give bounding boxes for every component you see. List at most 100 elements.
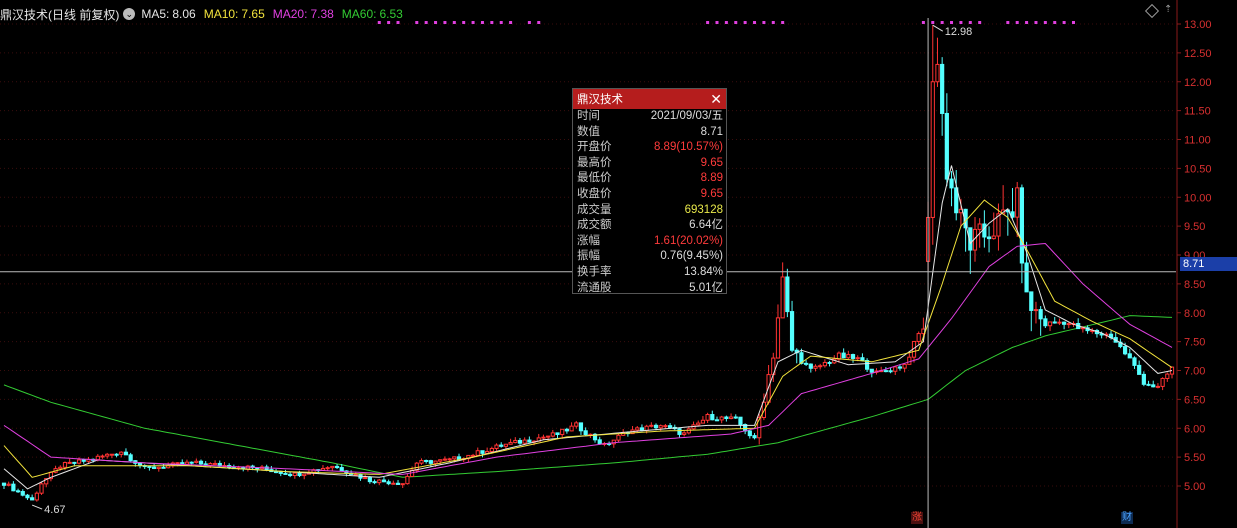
popup-row: 成交量 693128 <box>577 203 723 216</box>
candle-body <box>686 428 691 434</box>
candle-body <box>850 354 856 359</box>
candle-body <box>1132 357 1137 366</box>
candle-body <box>11 483 16 492</box>
candle-body <box>846 354 851 359</box>
axis-tick-label: 11.00 <box>1184 135 1211 147</box>
candle-body <box>123 451 129 456</box>
candle-body <box>400 483 405 486</box>
candle-body <box>982 223 987 238</box>
pattern-dot <box>1006 21 1010 24</box>
candle-body <box>1038 309 1043 320</box>
candle-body <box>1137 364 1142 375</box>
candle-body <box>677 428 682 435</box>
candle-body <box>804 362 809 365</box>
legend-ma10: MA10: 7.65 <box>203 7 265 21</box>
candle-body <box>696 422 701 426</box>
pattern-dot <box>1062 21 1066 24</box>
candle-body <box>1057 321 1062 324</box>
popup-row: 换手率 13.84% <box>577 265 723 278</box>
pattern-dot <box>743 21 747 24</box>
candle-body <box>1122 346 1128 355</box>
candle-body <box>700 419 706 424</box>
candle-body <box>95 455 100 461</box>
candle-body <box>663 425 668 428</box>
axis-tick-label: 6.50 <box>1184 394 1205 406</box>
pattern-dot <box>724 21 728 24</box>
candle-body <box>367 477 372 483</box>
candle-body <box>682 432 687 435</box>
candle-body <box>714 419 720 422</box>
candle-body <box>667 425 673 428</box>
axis-tick-label: 11.50 <box>1184 106 1211 118</box>
close-icon[interactable]: ✕ <box>710 91 722 108</box>
limit-up-marker[interactable]: 涨 <box>911 512 923 524</box>
pattern-dot <box>706 21 710 24</box>
candle-body <box>363 477 368 480</box>
candle-body <box>76 459 82 464</box>
candle-body <box>105 453 110 457</box>
candle-body <box>34 492 39 501</box>
candle-body <box>883 370 888 373</box>
candle-body <box>1033 309 1039 312</box>
candle-body <box>916 333 921 342</box>
candle-body <box>578 422 584 432</box>
arrow-up-icon[interactable]: ⇡ <box>1164 4 1176 16</box>
candle-body <box>137 462 143 467</box>
candle-body <box>527 439 532 443</box>
popup-header: 鼎汉技术 ✕ <box>573 89 726 109</box>
candle-body <box>39 483 44 494</box>
candle-body <box>147 465 152 468</box>
candle-body <box>907 356 912 365</box>
candle-body <box>649 424 654 427</box>
candle-body <box>278 471 283 474</box>
pattern-dots <box>377 21 1075 24</box>
data-popup[interactable]: 鼎汉技术 ✕ 时间 2021/09/03/五 数值 8.71 开盘价 8.89(10.… <box>572 88 727 294</box>
candle-body <box>424 459 429 462</box>
pattern-dot <box>480 21 484 24</box>
chevron-down-icon[interactable]: ⌄ <box>123 8 136 20</box>
candle-body <box>470 454 476 457</box>
candle-body <box>372 481 377 484</box>
candle-body <box>1062 321 1067 325</box>
candle-body <box>583 430 588 436</box>
candle-body <box>789 311 795 351</box>
pattern-dot <box>715 21 719 24</box>
candle-body <box>391 482 396 485</box>
annotation-label: 12.98 <box>945 26 973 38</box>
candle-body <box>935 63 940 83</box>
pattern-dot <box>734 21 738 24</box>
candle-body <box>109 453 114 456</box>
candle-body <box>897 366 903 369</box>
candle-body <box>635 427 640 431</box>
candle-body <box>198 460 204 465</box>
candle-body <box>1155 385 1161 388</box>
candle-body <box>67 461 72 464</box>
candle-body <box>353 473 358 476</box>
candle-body <box>395 482 401 485</box>
axis-tick-label: 12.00 <box>1184 77 1212 89</box>
pattern-dot <box>781 21 785 24</box>
candle-body <box>775 317 781 359</box>
candle-body <box>334 465 340 469</box>
candle-body <box>813 365 818 369</box>
axis-tick-label: 12.50 <box>1184 48 1212 60</box>
candle-body <box>489 447 494 453</box>
candle-body <box>827 361 832 364</box>
axis-tick-label: 10.50 <box>1184 163 1212 175</box>
candle-body <box>541 436 546 439</box>
candle-body <box>513 439 518 444</box>
pattern-dot <box>921 21 925 24</box>
candle-body <box>1029 291 1034 311</box>
pattern-dot <box>490 21 494 24</box>
pattern-dot <box>1043 21 1047 24</box>
pattern-dot <box>978 21 982 24</box>
candle-body <box>940 63 945 114</box>
candle-body <box>522 439 527 444</box>
candle-body <box>822 361 827 367</box>
candle-body <box>574 422 579 427</box>
candle-body <box>212 462 218 465</box>
candle-body <box>128 454 133 462</box>
finance-marker[interactable]: 财 <box>1121 512 1133 524</box>
pattern-dot <box>452 21 456 24</box>
candle-body <box>438 459 443 462</box>
